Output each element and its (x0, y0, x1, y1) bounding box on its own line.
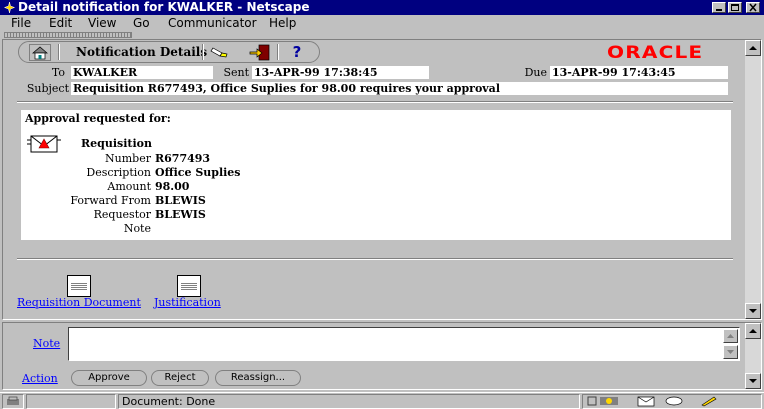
notification-toolbar: Notification Details ? (18, 41, 320, 63)
approval-heading: Approval requested for: (25, 112, 171, 125)
detail-label: Forward From (70, 194, 151, 207)
scroll-down-button[interactable] (745, 303, 761, 319)
justification-link[interactable]: Justification (154, 296, 221, 309)
oracle-logo: ORACLE (607, 43, 704, 63)
arrow-up-icon (749, 329, 757, 333)
detail-value: R677493 (155, 152, 211, 165)
note-scroll-up-button[interactable] (723, 329, 738, 343)
body-divider (17, 258, 733, 260)
menu-bar: File Edit View Go Communicator Help (0, 15, 764, 31)
detail-label: Number (105, 152, 151, 165)
subject-value: Requisition R677493, Office Suplies for … (71, 82, 728, 95)
mail-icon (637, 396, 655, 407)
maximize-icon (731, 4, 739, 11)
envelope-notification-icon (27, 135, 61, 153)
due-value: 13-APR-99 17:43:45 (550, 66, 728, 79)
detail-label: Amount (107, 180, 151, 193)
detail-label: Description (86, 166, 151, 179)
menu-edit[interactable]: Edit (49, 15, 72, 31)
security-icon (7, 396, 19, 405)
detail-value: 98.00 (155, 180, 190, 193)
approval-details-panel: Approval requested for: Requisition Numb… (21, 110, 731, 240)
response-scrollbar[interactable] (745, 323, 761, 389)
note-scroll-down-button[interactable] (723, 345, 738, 359)
toolbar-grab-row (0, 31, 764, 39)
header-divider (17, 101, 733, 103)
security-lock-pane[interactable] (2, 394, 24, 409)
close-button[interactable] (746, 2, 760, 13)
detail-value: BLEWIS (155, 194, 206, 207)
composer-icon (701, 396, 717, 407)
close-icon (749, 3, 757, 12)
sent-label: Sent (223, 66, 249, 79)
minimize-button[interactable] (712, 2, 726, 13)
content-scrollbar[interactable] (745, 40, 761, 319)
detail-value: BLEWIS (155, 208, 206, 221)
toolbar-separator (58, 44, 60, 60)
menu-view[interactable]: View (88, 15, 116, 31)
arrow-down-icon (749, 309, 757, 313)
due-label: Due (524, 66, 547, 79)
scroll-up-button[interactable] (745, 323, 761, 339)
requisition-document-link[interactable]: Requisition Document (17, 296, 141, 309)
note-link[interactable]: Note (33, 337, 60, 350)
approve-button[interactable]: Approve (71, 370, 147, 386)
scroll-up-button[interactable] (745, 40, 761, 56)
sent-value: 13-APR-99 17:38:45 (252, 66, 429, 79)
discussion-icon (665, 396, 683, 406)
notification-content-frame: Notification Details ? ORACLE To KWALKER… (2, 39, 762, 320)
detail-label: Requestor (93, 208, 151, 221)
arrow-down-icon (749, 379, 757, 383)
to-label: To (51, 66, 65, 79)
to-value: KWALKER (71, 66, 213, 79)
window-title-bar[interactable]: Detail notification for KWALKER - Netsca… (0, 0, 764, 15)
reassign-button[interactable]: Reassign... (215, 370, 301, 386)
exit-door-icon[interactable] (249, 44, 271, 61)
menu-communicator[interactable]: Communicator (168, 15, 257, 31)
arrow-up-icon (749, 46, 757, 50)
document-icon[interactable] (177, 275, 201, 297)
action-link[interactable]: Action (22, 372, 58, 385)
scroll-down-button[interactable] (745, 373, 761, 389)
navigator-icon (600, 397, 618, 405)
menu-file[interactable]: File (11, 15, 31, 31)
flashlight-icon[interactable] (209, 44, 231, 61)
detail-label: Note (123, 222, 151, 235)
help-icon[interactable]: ? (287, 44, 307, 61)
arrow-down-icon (727, 350, 734, 354)
document-icon[interactable] (67, 275, 91, 297)
subject-label: Subject (26, 82, 69, 95)
toolbar-grab-handle[interactable] (4, 32, 132, 38)
netscape-app-icon[interactable] (3, 1, 16, 14)
response-frame: Note Action Approve Reject Reassign... (2, 322, 762, 390)
status-text: Document: Done (118, 394, 580, 409)
home-icon[interactable] (29, 44, 51, 61)
toolbar-title: Notification Details (76, 45, 208, 59)
minimize-icon (716, 9, 722, 11)
menu-go[interactable]: Go (133, 15, 150, 31)
component-bar (582, 394, 762, 409)
progress-pane (26, 394, 116, 409)
menu-help[interactable]: Help (269, 15, 296, 31)
note-textarea[interactable] (68, 327, 740, 361)
maximize-button[interactable] (728, 2, 742, 13)
arrow-up-icon (727, 334, 734, 338)
document-type-heading: Requisition (81, 137, 152, 150)
window-title: Detail notification for KWALKER - Netsca… (18, 0, 310, 14)
detail-value: Office Suplies (155, 166, 241, 179)
component-icons (587, 396, 717, 407)
toolbar-separator (202, 44, 204, 60)
status-bar: Document: Done (0, 392, 764, 409)
reject-button[interactable]: Reject (151, 370, 209, 386)
toolbar-separator (277, 44, 279, 60)
